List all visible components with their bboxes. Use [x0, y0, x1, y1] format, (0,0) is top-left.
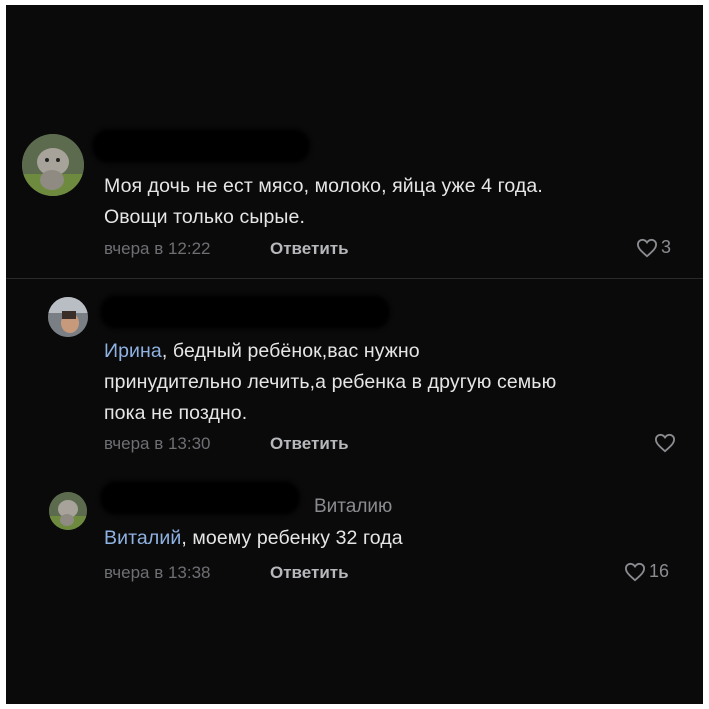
comment-text-line-1: Виталий, моему ребенку 32 года — [104, 527, 403, 549]
comment-text-line-3: пока не поздно. — [104, 402, 248, 424]
heart-icon — [654, 433, 676, 453]
mention-link[interactable]: Ирина — [104, 340, 162, 362]
comment-timestamp: вчера в 13:30 — [104, 434, 211, 453]
mention-link[interactable]: Виталий — [104, 527, 181, 549]
comments-panel: Моя дочь не ест мясо, молоко, яйца уже 4… — [6, 5, 703, 704]
redacted-username — [92, 129, 310, 163]
redacted-username — [100, 295, 390, 329]
avatar[interactable] — [48, 297, 88, 337]
redacted-username — [100, 481, 300, 515]
comment-text-line-1: Ирина, бедный ребёнок,вас нужно — [104, 340, 420, 362]
like-button[interactable] — [654, 433, 679, 453]
avatar[interactable] — [22, 134, 84, 196]
reply-button[interactable]: Ответить — [270, 563, 349, 583]
divider — [6, 278, 703, 279]
comment-text-line-2: принудительно лечить,а ребенка в другую … — [104, 371, 557, 393]
comment-text-line-2: Овощи только сырые. — [104, 206, 305, 228]
comment-text-line-1: Моя дочь не ест мясо, молоко, яйца уже 4… — [104, 175, 543, 197]
comment-timestamp: вчера в 13:38 — [104, 563, 211, 582]
like-count: 16 — [649, 561, 670, 581]
reply-button[interactable]: Ответить — [270, 239, 349, 259]
heart-icon — [636, 238, 658, 257]
reply-button[interactable]: Ответить — [270, 434, 349, 454]
like-count: 3 — [661, 237, 672, 257]
comment-timestamp: вчера в 12:22 — [104, 239, 211, 258]
reply-to-label[interactable]: Виталию — [314, 496, 392, 518]
like-button[interactable]: 3 — [636, 237, 671, 258]
avatar[interactable] — [49, 492, 87, 530]
heart-icon — [624, 562, 646, 581]
like-button[interactable]: 16 — [624, 561, 669, 582]
